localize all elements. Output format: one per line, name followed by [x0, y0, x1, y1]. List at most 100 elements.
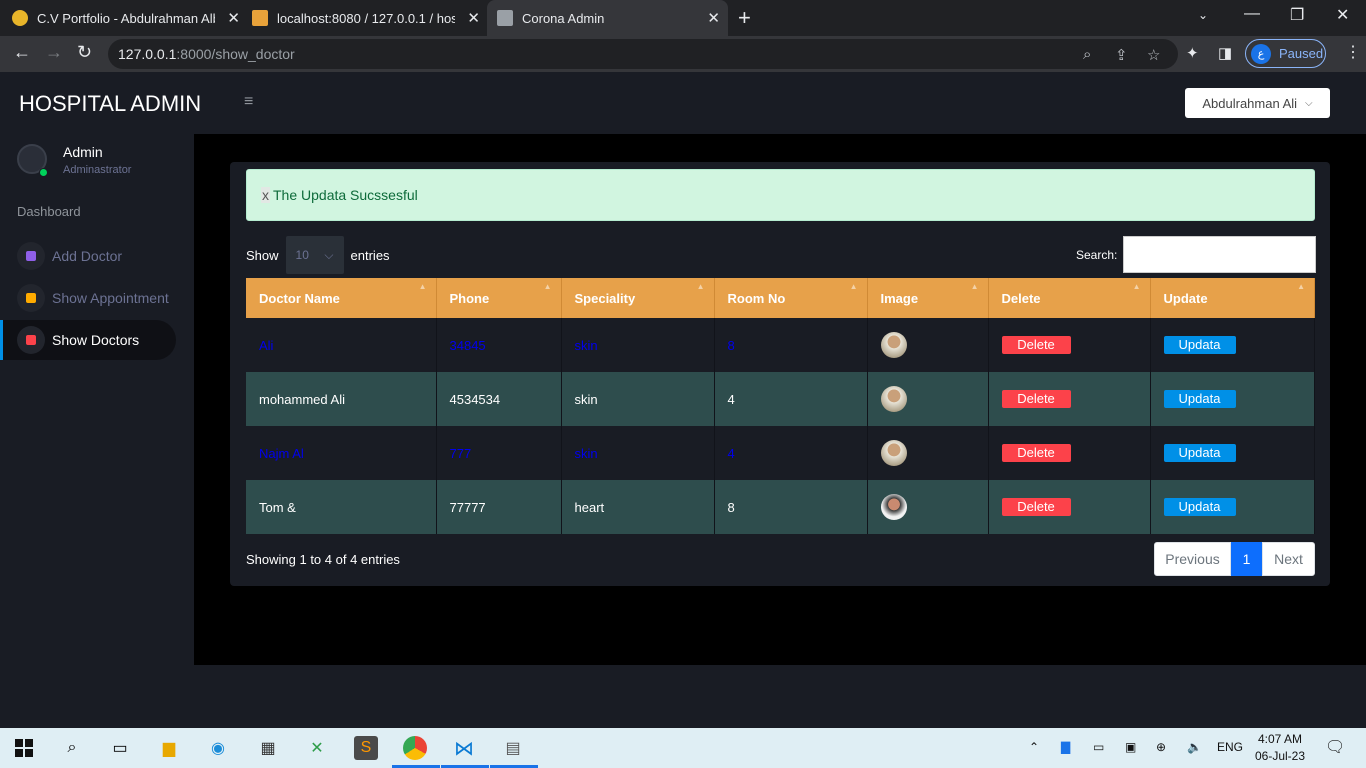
cell-room-no: 8 [714, 318, 868, 372]
sort-asc-icon: ▲ [418, 282, 427, 291]
profile-avatar: ع [1251, 43, 1271, 64]
update-button[interactable]: Updata [1163, 336, 1236, 354]
corona-favicon-icon [497, 10, 513, 26]
column-header-speciality[interactable]: Speciality ▲ [561, 278, 715, 318]
show-hidden-icons-chevron-icon[interactable]: ⌃ [1029, 740, 1039, 754]
chrome-icon[interactable] [403, 736, 427, 760]
cell-delete: Delete [988, 426, 1151, 480]
sidebar-item-show-appointment[interactable]: Show Appointment [0, 278, 176, 318]
zoom-search-icon[interactable]: ⌕ [1083, 46, 1091, 63]
entries-select[interactable]: 10 ⌵ [285, 236, 344, 274]
battery-icon[interactable]: ▭ [1093, 740, 1104, 754]
cell-delete: Delete [988, 372, 1151, 426]
cell-doctor-name: Ali [246, 318, 437, 372]
share-icon[interactable]: ⇪ [1115, 46, 1128, 64]
user-menu-dropdown[interactable]: Abdulrahman Ali ⌵ [1185, 88, 1330, 118]
brand-title[interactable]: HOSPITAL ADMIN [19, 91, 201, 117]
new-tab-icon[interactable]: + [738, 5, 751, 31]
column-header-delete[interactable]: Delete ▲ [988, 278, 1151, 318]
task-manager-icon[interactable]: ▤ [501, 736, 525, 760]
tab-title: C.V Portfolio - Abdulrahman Alba [37, 10, 215, 26]
forward-icon[interactable]: → [45, 42, 63, 63]
system-clock[interactable]: 4:07 AM 06-Jul-23 [1252, 731, 1308, 765]
volume-icon[interactable]: 🔈 [1187, 740, 1202, 754]
pagination: Previous 1 Next [1154, 542, 1315, 576]
file-explorer-icon[interactable]: ▆ [157, 736, 181, 760]
update-button[interactable]: Updata [1163, 498, 1236, 516]
online-status-dot [39, 168, 48, 177]
close-tab-icon[interactable]: ✕ [227, 9, 240, 27]
column-header-update[interactable]: Update ▲ [1150, 278, 1315, 318]
close-window-icon[interactable]: ✕ [1336, 5, 1349, 25]
vscode-icon[interactable]: ⋈ [452, 736, 476, 760]
delete-button[interactable]: Delete [1001, 498, 1071, 516]
minimize-icon[interactable]: — [1244, 5, 1260, 23]
column-header-phone[interactable]: Phone ▲ [436, 278, 562, 318]
sidebar-item-show-doctors[interactable]: Show Doctors [0, 320, 176, 360]
search-input[interactable] [1123, 236, 1317, 273]
tab-search-chevron-icon[interactable]: ⌄ [1198, 8, 1208, 22]
cell-image [867, 318, 989, 372]
network-icon[interactable]: ⊕ [1156, 740, 1166, 754]
language-indicator[interactable]: ENG [1217, 740, 1243, 754]
success-alert: x The Updata Sucssesful [246, 169, 1315, 221]
length-label-before: Show [246, 247, 279, 263]
length-label-after: entries [350, 247, 390, 263]
cell-doctor-name: mohammed Ali [246, 372, 437, 426]
cell-update: Updata [1150, 480, 1315, 534]
search-icon[interactable]: ⌕ [60, 736, 84, 760]
doctors-card: x The Updata Sucssesful Show 10 ⌵ entrie… [230, 162, 1330, 586]
reload-icon[interactable]: ↻ [77, 42, 92, 63]
chevron-down-icon: ⌵ [1305, 97, 1313, 109]
url-text: 127.0.0.1:8000/show_doctor [118, 46, 295, 62]
side-panel-icon[interactable]: ◨ [1218, 44, 1232, 62]
column-header-image[interactable]: Image ▲ [867, 278, 989, 318]
profile-paused-button[interactable]: ع Paused [1245, 39, 1326, 68]
sidebar-item-label: Add Doctor [52, 248, 123, 264]
delete-button[interactable]: Delete [1001, 390, 1071, 408]
restore-icon[interactable]: ❐ [1290, 5, 1304, 25]
sidebar-item-add-doctor[interactable]: Add Doctor [0, 236, 176, 276]
cell-delete: Delete [988, 480, 1151, 534]
bookmark-star-icon[interactable]: ☆ [1147, 46, 1160, 64]
cell-room-no: 4 [714, 426, 868, 480]
cell-phone: 777 [436, 426, 562, 480]
tray-app-icon[interactable]: ▇ [1061, 740, 1070, 754]
search-label: Search: [1076, 247, 1118, 262]
alert-close-button[interactable]: x [261, 187, 270, 203]
doctor-photo [880, 332, 907, 358]
task-view-icon[interactable]: ▭ [108, 736, 132, 760]
windows-start-icon[interactable] [12, 736, 36, 760]
notifications-icon[interactable]: 🗨 [1325, 737, 1345, 757]
next-page-button[interactable]: Next [1262, 542, 1315, 576]
column-header-doctor-name[interactable]: Doctor Name ▲ [246, 278, 437, 318]
browser-tab-portfolio[interactable]: C.V Portfolio - Abdulrahman Alba ✕ [12, 0, 248, 36]
cell-update: Updata [1150, 372, 1315, 426]
sort-icon: ▲ [970, 282, 979, 291]
browser-tab-phpmyadmin[interactable]: localhost:8080 / 127.0.0.1 / hospi ✕ [252, 0, 488, 36]
extensions-icon[interactable]: ✦ [1186, 44, 1199, 62]
address-bar[interactable]: i 127.0.0.1:8000/show_doctor ⌕ ⇪ ☆ [108, 39, 1178, 443]
chrome-menu-icon[interactable]: ⋮ [1345, 42, 1361, 62]
nav-heading[interactable]: Dashboard [17, 204, 81, 219]
xampp-icon[interactable]: ✕ [305, 736, 329, 760]
update-button[interactable]: Updata [1163, 444, 1236, 462]
store-icon[interactable]: ▦ [256, 736, 280, 760]
sublime-text-icon[interactable]: S [354, 736, 378, 760]
edge-icon[interactable]: ◉ [206, 736, 230, 760]
delete-button[interactable]: Delete [1001, 444, 1071, 462]
delete-button[interactable]: Delete [1001, 336, 1071, 354]
update-button[interactable]: Updata [1163, 390, 1236, 408]
column-header-room-no[interactable]: Room No ▲ [714, 278, 868, 318]
cell-image [867, 426, 989, 480]
close-tab-icon[interactable]: ✕ [707, 9, 720, 27]
previous-page-button[interactable]: Previous [1154, 542, 1231, 576]
table-row: Ali 34845 skin 8 Delete Updata [246, 318, 1315, 372]
hamburger-menu-icon[interactable]: ≡ [244, 93, 253, 111]
page-1-button[interactable]: 1 [1231, 542, 1262, 576]
display-icon[interactable]: ▣ [1125, 740, 1136, 754]
close-tab-icon[interactable]: ✕ [467, 9, 480, 27]
table-info: Showing 1 to 4 of 4 entries [246, 552, 400, 567]
browser-tab-corona-admin[interactable]: Corona Admin ✕ [487, 0, 728, 36]
back-icon[interactable]: ← [13, 42, 31, 63]
